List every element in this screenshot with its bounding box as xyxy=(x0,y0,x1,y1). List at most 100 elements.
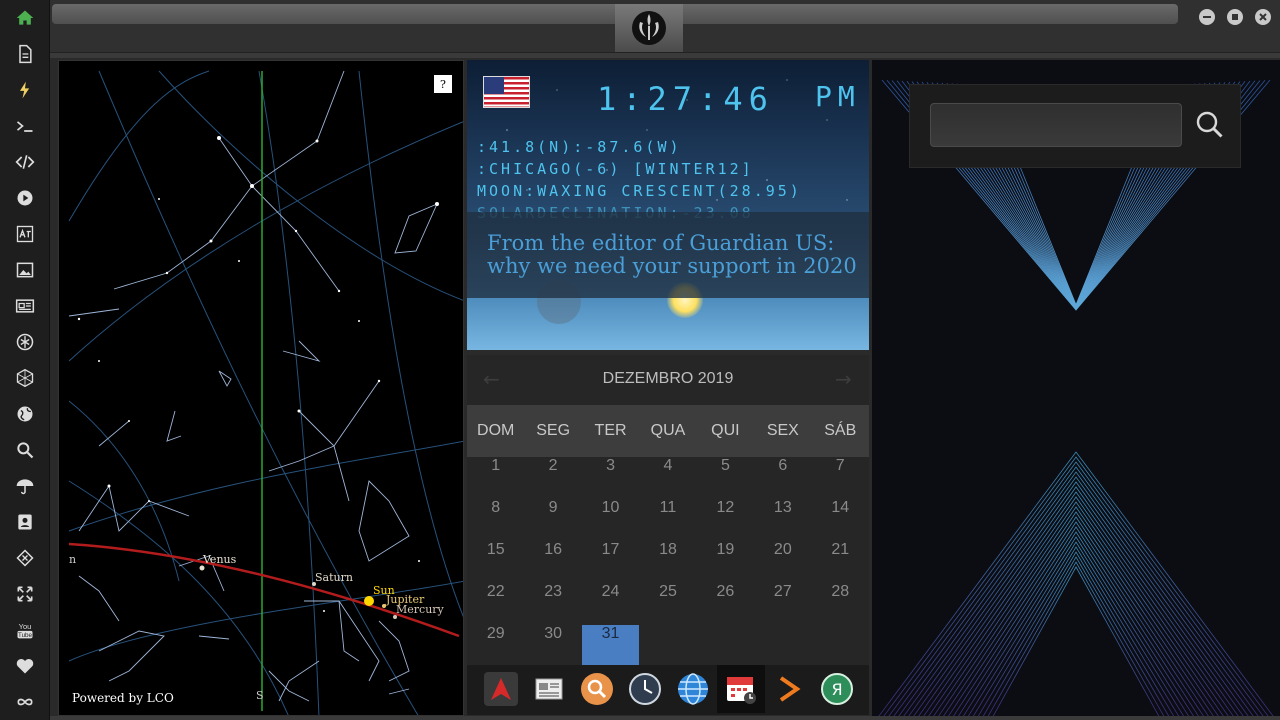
coords-line: :41.8(N):-87.6(W) xyxy=(477,138,682,156)
svg-text:Tube: Tube xyxy=(18,632,33,639)
bottom-border xyxy=(50,716,1280,720)
play-icon[interactable] xyxy=(13,186,37,210)
calendar-day[interactable]: 29 xyxy=(467,625,524,667)
calendar-day[interactable]: 22 xyxy=(467,583,524,625)
calendar-day[interactable]: 8 xyxy=(467,499,524,541)
app-dock: Я xyxy=(467,665,869,715)
rebel-icon[interactable] xyxy=(13,330,37,354)
app-root: You Tube ? Venus Saturn Sun Jupiter Merc… xyxy=(0,0,1280,720)
calendar-day[interactable]: 18 xyxy=(639,541,696,583)
us-flag-icon[interactable] xyxy=(483,76,530,108)
arch-app-icon[interactable] xyxy=(483,671,519,707)
calendar-day[interactable]: 27 xyxy=(754,583,811,625)
terminal-icon[interactable] xyxy=(13,114,37,138)
calendar-day[interactable] xyxy=(639,625,696,667)
image-icon[interactable] xyxy=(13,258,37,282)
calendar-day[interactable] xyxy=(697,625,754,667)
calendar-day[interactable] xyxy=(812,625,869,667)
calendar-day[interactable]: 9 xyxy=(524,499,581,541)
chevron-line xyxy=(935,511,1217,720)
calendar-day[interactable]: 2 xyxy=(524,457,581,499)
calendar-day[interactable]: 10 xyxy=(582,499,639,541)
calendar-week: 29 30 31 xyxy=(467,625,869,667)
calendar-day[interactable]: 13 xyxy=(754,499,811,541)
infinity-icon[interactable] xyxy=(13,690,37,714)
search-button[interactable] xyxy=(1192,107,1228,143)
venus-marker[interactable] xyxy=(199,565,205,571)
globe-icon[interactable] xyxy=(13,402,37,426)
sidebar: You Tube xyxy=(0,0,50,720)
calendar-day[interactable]: 4 xyxy=(639,457,696,499)
code-icon[interactable] xyxy=(13,150,37,174)
calendar-day[interactable]: 15 xyxy=(467,541,524,583)
chevron-line xyxy=(955,531,1197,720)
chevron-line xyxy=(985,561,1167,720)
weekday-label: DOM xyxy=(477,422,515,439)
top-bar xyxy=(50,0,1280,58)
sky-map[interactable]: ? Venus Saturn Sun Jupiter Mercury n S P… xyxy=(58,60,464,716)
calendar-day[interactable]: 14 xyxy=(812,499,869,541)
weekday-label: SÁB xyxy=(824,422,857,439)
clock-app-icon[interactable] xyxy=(627,671,663,707)
expand-icon[interactable] xyxy=(13,582,37,606)
calendar-day[interactable]: 11 xyxy=(639,499,696,541)
search-icon[interactable] xyxy=(13,438,37,462)
calendar-day[interactable]: 28 xyxy=(812,583,869,625)
arrow-app-icon[interactable] xyxy=(771,671,807,707)
planet-label-saturn: Saturn xyxy=(315,571,353,584)
lightning-icon[interactable] xyxy=(13,78,37,102)
moon-line: MOON:WAXING CRESCENT(28.95) xyxy=(477,182,802,200)
calendar-day[interactable]: 25 xyxy=(639,583,696,625)
document-icon[interactable] xyxy=(13,42,37,66)
calendar-day[interactable]: 16 xyxy=(524,541,581,583)
youtube-icon[interactable]: You Tube xyxy=(13,618,37,642)
calendar-day[interactable]: 21 xyxy=(812,541,869,583)
calendar-day[interactable]: 19 xyxy=(697,541,754,583)
calendar-day[interactable]: 12 xyxy=(697,499,754,541)
weekday-label: QUA xyxy=(650,422,686,439)
chevron-line xyxy=(960,536,1192,720)
yandex-app-icon[interactable]: Я xyxy=(819,671,855,707)
home-icon[interactable] xyxy=(13,6,37,30)
news-app-icon[interactable] xyxy=(531,671,567,707)
search-icon xyxy=(1196,111,1223,138)
globe-app-icon[interactable] xyxy=(675,671,711,707)
search-input[interactable] xyxy=(930,103,1182,147)
minimize-button[interactable] xyxy=(1199,9,1215,25)
calendar-day[interactable]: 3 xyxy=(582,457,639,499)
news-headline[interactable]: From the editor of Guardian US: why we n… xyxy=(487,232,857,278)
calendar-day[interactable]: 1 xyxy=(467,457,524,499)
calendar-app-icon[interactable] xyxy=(717,665,765,713)
close-button[interactable] xyxy=(1255,9,1271,25)
calendar-day[interactable]: 5 xyxy=(697,457,754,499)
yandex-label: Я xyxy=(831,680,842,699)
git-icon[interactable] xyxy=(13,546,37,570)
calendar-day[interactable]: 7 xyxy=(812,457,869,499)
search-app-icon[interactable] xyxy=(579,671,615,707)
calendar-next-button[interactable]: → xyxy=(835,367,852,391)
calendar-day[interactable]: 6 xyxy=(754,457,811,499)
news-banner[interactable]: From the editor of Guardian US: why we n… xyxy=(467,212,869,298)
search-widget xyxy=(909,84,1241,168)
newspaper-icon[interactable] xyxy=(13,294,37,318)
calendar-week: 1 2 3 4 5 6 7 xyxy=(467,457,869,499)
calendar-day-today[interactable]: 31 xyxy=(581,625,640,667)
sky-help-button[interactable]: ? xyxy=(434,75,452,93)
calendar-day[interactable]: 30 xyxy=(524,625,581,667)
translate-icon[interactable] xyxy=(13,222,37,246)
calendar-header: ← DEZEMBRO 2019 → xyxy=(467,355,869,405)
rebel-alliance-logo[interactable] xyxy=(615,4,683,52)
chevron-line xyxy=(965,541,1187,720)
maximize-button[interactable] xyxy=(1227,9,1243,25)
calendar-day[interactable]: 17 xyxy=(582,541,639,583)
calendar-day[interactable]: 23 xyxy=(524,583,581,625)
calendar-day[interactable] xyxy=(754,625,811,667)
heart-icon[interactable] xyxy=(13,654,37,678)
calendar-day[interactable]: 20 xyxy=(754,541,811,583)
contact-card-icon[interactable] xyxy=(13,510,37,534)
sun-marker[interactable] xyxy=(364,596,374,606)
hexagon-icon[interactable] xyxy=(13,366,37,390)
calendar-day[interactable]: 26 xyxy=(697,583,754,625)
umbrella-icon[interactable] xyxy=(13,474,37,498)
calendar-day[interactable]: 24 xyxy=(582,583,639,625)
